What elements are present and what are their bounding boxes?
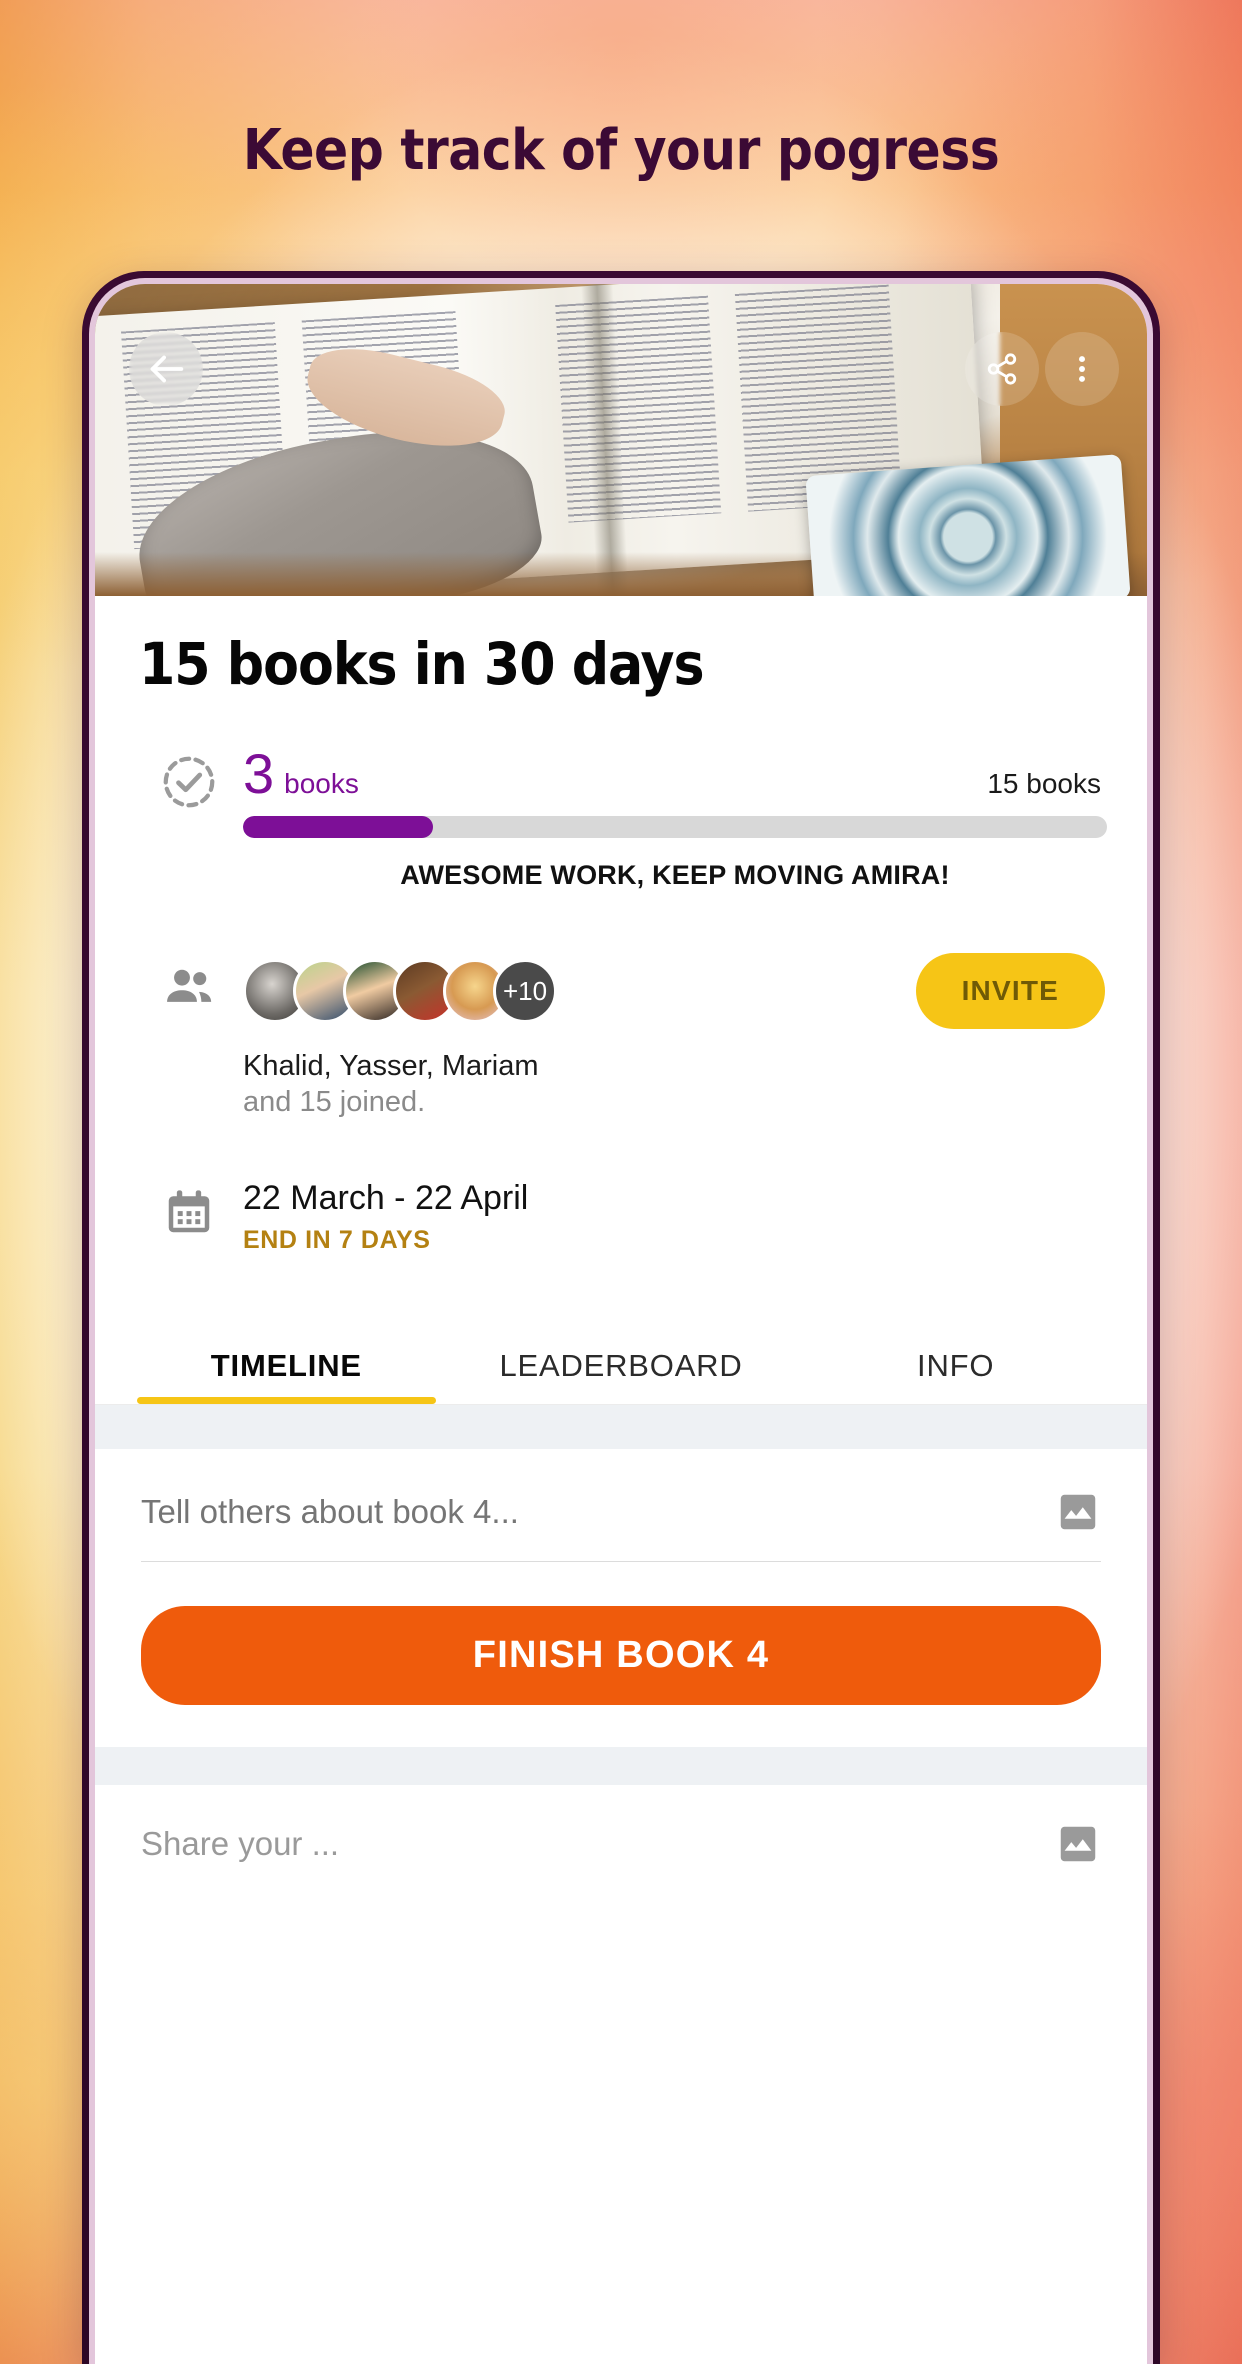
more-vertical-icon: [1065, 352, 1099, 386]
schedule-remaining: END IN 7 DAYS: [243, 1226, 431, 1255]
avatar-stack[interactable]: +10: [243, 959, 557, 1023]
phone-screen: 15 books in 30 days 3 books 15 books AWE…: [95, 284, 1147, 2364]
schedule-section: 22 March - 22 April END IN 7 DAYS: [95, 1179, 1147, 1255]
compose-input[interactable]: [141, 1493, 1055, 1532]
avatar-more-count[interactable]: +10: [493, 959, 557, 1023]
challenge-title: 15 books in 30 days: [139, 630, 705, 698]
progress-current-unit: books: [284, 768, 359, 799]
tab-timeline[interactable]: TIMELINE: [119, 1348, 454, 1405]
back-button[interactable]: [129, 332, 203, 406]
progress-section: 3 books 15 books AWESOME WORK, KEEP MOVI…: [95, 746, 1147, 891]
schedule-range: 22 March - 22 April: [243, 1179, 529, 1218]
overflow-menu-button[interactable]: [1045, 332, 1119, 406]
invite-button[interactable]: INVITE: [915, 953, 1105, 1029]
share-button[interactable]: [965, 332, 1039, 406]
progress-current-value: 3: [243, 742, 275, 805]
phone-frame: 15 books in 30 days 3 books 15 books AWE…: [82, 271, 1160, 2364]
image-icon[interactable]: [1055, 1489, 1101, 1535]
share-icon: [985, 352, 1019, 386]
tab-leaderboard[interactable]: LEADERBOARD: [454, 1348, 789, 1404]
people-icon-slot: [135, 953, 243, 1119]
app-bar: [95, 284, 1147, 454]
participant-names: Khalid, Yasser, Mariam: [243, 1050, 539, 1082]
compose-section: FINISH BOOK 4: [95, 1449, 1147, 1706]
promo-headline: Keep track of your pogress: [242, 118, 1000, 183]
progress-bar-track: [243, 816, 1107, 838]
image-icon[interactable]: [1055, 1821, 1101, 1867]
check-circle-dashed-icon: [159, 752, 219, 891]
people-icon: [161, 959, 217, 1119]
section-divider-2: [95, 1747, 1147, 1786]
hero-notebook: [805, 454, 1131, 596]
phone-inner-rim: 15 books in 30 days 3 books 15 books AWE…: [89, 278, 1153, 2364]
finish-book-button[interactable]: FINISH BOOK 4: [141, 1606, 1101, 1706]
progress-bar-fill: [243, 816, 434, 838]
calendar-icon: [162, 1185, 216, 1255]
calendar-icon-slot: [135, 1179, 243, 1255]
participants-section: +10 INVITE Khalid, Yasser, Mariam and 15…: [95, 953, 1147, 1119]
next-post-placeholder[interactable]: Share your ...: [141, 1825, 339, 1863]
tab-bar: TIMELINE LEADERBOARD INFO: [95, 1319, 1147, 1406]
participants-top-row: +10 INVITE: [243, 953, 1107, 1029]
progress-total-label: 15 books: [987, 768, 1101, 799]
section-divider: [95, 1405, 1147, 1450]
progress-message: AWESOME WORK, KEEP MOVING AMIRA!: [400, 860, 950, 890]
hero-image: [95, 284, 1147, 596]
challenge-card: 15 books in 30 days 3 books 15 books AWE…: [95, 596, 1147, 1868]
next-post-section: Share your ...: [95, 1785, 1147, 1868]
arrow-left-icon: [143, 346, 189, 392]
progress-icon-slot: [135, 746, 243, 891]
tab-info[interactable]: INFO: [788, 1348, 1123, 1404]
progress-labels: 3 books 15 books: [243, 746, 1107, 802]
compose-row: [141, 1489, 1101, 1563]
participant-names-sub: and 15 joined.: [243, 1086, 426, 1119]
